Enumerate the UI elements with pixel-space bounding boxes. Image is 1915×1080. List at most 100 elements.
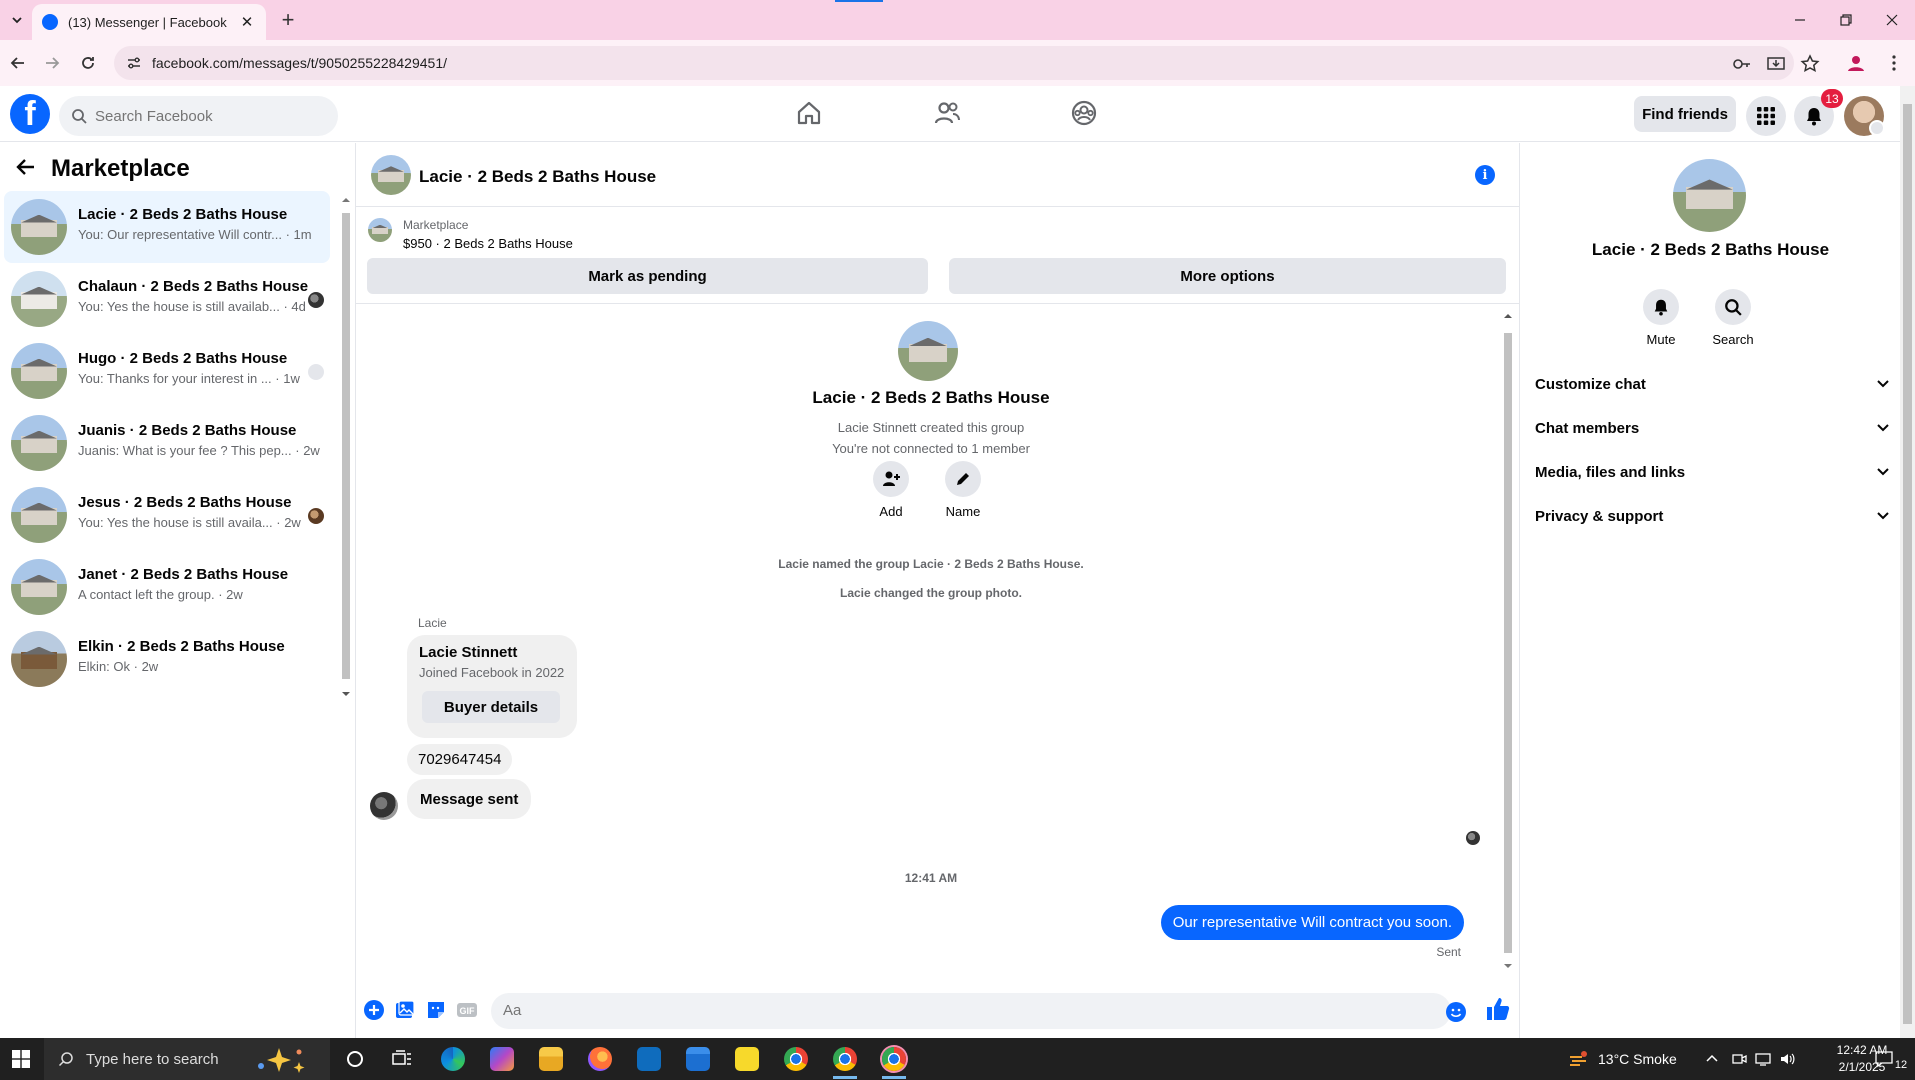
more-options-button[interactable]: More options (949, 258, 1506, 294)
mark-as-pending-button[interactable]: Mark as pending (367, 258, 928, 294)
tab-search-button[interactable] (5, 8, 29, 32)
file-explorer-app[interactable] (531, 1042, 571, 1076)
chat-preview: Elkin: Ok · 2w (78, 659, 159, 674)
home-icon[interactable] (794, 98, 824, 128)
meet-now-icon[interactable] (1731, 1051, 1747, 1067)
forward-button[interactable] (38, 49, 66, 77)
chat-members-section[interactable]: Chat members (1535, 410, 1890, 446)
restore-button[interactable] (1823, 0, 1869, 40)
chrome-app[interactable] (776, 1042, 816, 1076)
mail-app[interactable] (629, 1042, 669, 1076)
new-tab-button[interactable]: + (276, 8, 300, 32)
chat-list-item[interactable]: Lacie · 2 Beds 2 Baths House You: Our re… (4, 191, 330, 263)
info-icon[interactable]: i (1475, 165, 1495, 185)
cortana-button[interactable] (335, 1042, 375, 1076)
page-scrollbar[interactable] (1900, 86, 1915, 1038)
photo-icon[interactable] (394, 999, 416, 1021)
network-icon[interactable] (1755, 1051, 1771, 1067)
emoji-icon[interactable] (1445, 1001, 1467, 1023)
account-chevron-icon[interactable] (1869, 120, 1885, 136)
chat-list-item[interactable]: Janet · 2 Beds 2 Baths House A contact l… (4, 551, 330, 623)
listing-price-title[interactable]: $950 · 2 Beds 2 Baths House (403, 236, 573, 251)
firefox-icon (588, 1047, 612, 1071)
groups-icon[interactable] (1069, 98, 1099, 128)
group-title: Lacie · 2 Beds 2 Baths House (812, 388, 1050, 407)
reload-button[interactable] (74, 49, 102, 77)
chat-name: Chalaun · 2 Beds 2 Baths House (78, 278, 309, 295)
close-tab-icon[interactable]: ✕ (238, 13, 256, 31)
friends-icon[interactable] (932, 98, 962, 128)
conversation-title[interactable]: Lacie · 2 Beds 2 Baths House (419, 167, 656, 187)
chrome-app-profile-3[interactable] (874, 1042, 914, 1079)
facebook-search[interactable] (59, 96, 338, 136)
chrome-app-profile-2[interactable] (825, 1042, 865, 1079)
media-files-links-section[interactable]: Media, files and links (1535, 454, 1890, 490)
message-input-field[interactable] (491, 993, 1451, 1029)
minimize-button[interactable] (1777, 0, 1823, 40)
chat-list-scrollbar[interactable] (340, 195, 352, 699)
thread-scrollbar[interactable] (1501, 305, 1515, 975)
minimize-icon (1795, 19, 1805, 21)
system-message: Lacie named the group Lacie · 2 Beds 2 B… (778, 557, 1084, 571)
chat-list-item[interactable]: Jesus · 2 Beds 2 Baths House You: Yes th… (4, 479, 330, 551)
menu-grid-button[interactable] (1746, 96, 1786, 136)
thumbs-up-icon[interactable] (1485, 996, 1511, 1022)
chat-list-item[interactable]: Hugo · 2 Beds 2 Baths House You: Thanks … (4, 335, 330, 407)
reload-icon (82, 57, 94, 69)
chat-list-item[interactable]: Juanis · 2 Beds 2 Baths House Juanis: Wh… (4, 407, 330, 479)
task-view-button[interactable] (382, 1042, 422, 1076)
buyer-details-button[interactable]: Buyer details (422, 691, 560, 723)
conversation-avatar[interactable] (371, 155, 411, 195)
start-button[interactable] (0, 1038, 42, 1080)
customize-chat-section[interactable]: Customize chat (1535, 366, 1890, 402)
tab-title: (13) Messenger | Facebook (68, 14, 227, 30)
copilot-app[interactable] (482, 1042, 522, 1076)
close-window-button[interactable] (1869, 0, 1915, 40)
facebook-logo-icon[interactable]: f (10, 94, 50, 134)
back-button[interactable] (4, 49, 32, 77)
message-input[interactable] (503, 1002, 1403, 1019)
pencil-icon (957, 473, 969, 485)
profile-icon[interactable] (1846, 53, 1866, 73)
back-arrow-icon[interactable] (14, 155, 38, 179)
scrollbar-thumb[interactable] (1504, 333, 1512, 953)
add-member-button[interactable]: Add (861, 461, 921, 519)
edge-app[interactable] (433, 1042, 473, 1076)
firefox-app[interactable] (580, 1042, 620, 1076)
find-friends-button[interactable]: Find friends (1634, 96, 1736, 132)
address-bar[interactable]: facebook.com/messages/t/9050255228429451… (114, 46, 1820, 80)
read-receipt-avatar (308, 364, 324, 380)
marketplace-label: Marketplace (403, 218, 469, 232)
mute-button[interactable]: Mute (1631, 289, 1691, 347)
browser-menu-icon[interactable] (1884, 53, 1904, 73)
search-in-conversation-button[interactable]: Search (1703, 289, 1763, 347)
chat-list-header: Marketplace (0, 143, 356, 191)
chat-name: Elkin · 2 Beds 2 Baths House (78, 638, 285, 655)
add-label: Add (879, 504, 903, 519)
volume-icon[interactable] (1779, 1051, 1795, 1067)
taskbar-search[interactable]: Type here to search (44, 1038, 330, 1080)
scrollbar-thumb[interactable] (1903, 104, 1912, 1024)
chat-list-item[interactable]: Elkin · 2 Beds 2 Baths House Elkin: Ok ·… (4, 623, 330, 695)
search-input[interactable] (95, 107, 315, 125)
sticky-notes-app[interactable] (727, 1042, 767, 1076)
action-center-icon[interactable] (1874, 1050, 1894, 1068)
edit-name-button[interactable]: Name (933, 461, 993, 519)
sticker-icon[interactable] (425, 999, 447, 1021)
plus-circle-icon[interactable] (363, 999, 385, 1021)
system-tray (1705, 1038, 1795, 1080)
browser-toolbar: facebook.com/messages/t/9050255228429451… (0, 40, 1915, 86)
gif-icon[interactable]: GIF (456, 999, 478, 1021)
browser-tab-active[interactable]: (13) Messenger | Facebook ✕ (32, 4, 266, 40)
message-composer: GIF (356, 981, 1519, 1038)
chrome-icon (882, 1047, 906, 1071)
bookmark-star-icon (1800, 54, 1820, 73)
chat-list-item[interactable]: Chalaun · 2 Beds 2 Baths House You: Yes … (4, 263, 330, 335)
store-app[interactable] (678, 1042, 718, 1076)
scrollbar-thumb[interactable] (342, 213, 350, 679)
weather-widget[interactable]: 13°C Smoke (1568, 1038, 1677, 1080)
privacy-support-section[interactable]: Privacy & support (1535, 498, 1890, 534)
search-icon (58, 1052, 73, 1067)
sender-avatar[interactable] (370, 792, 398, 820)
chevron-up-icon[interactable] (1705, 1052, 1719, 1066)
